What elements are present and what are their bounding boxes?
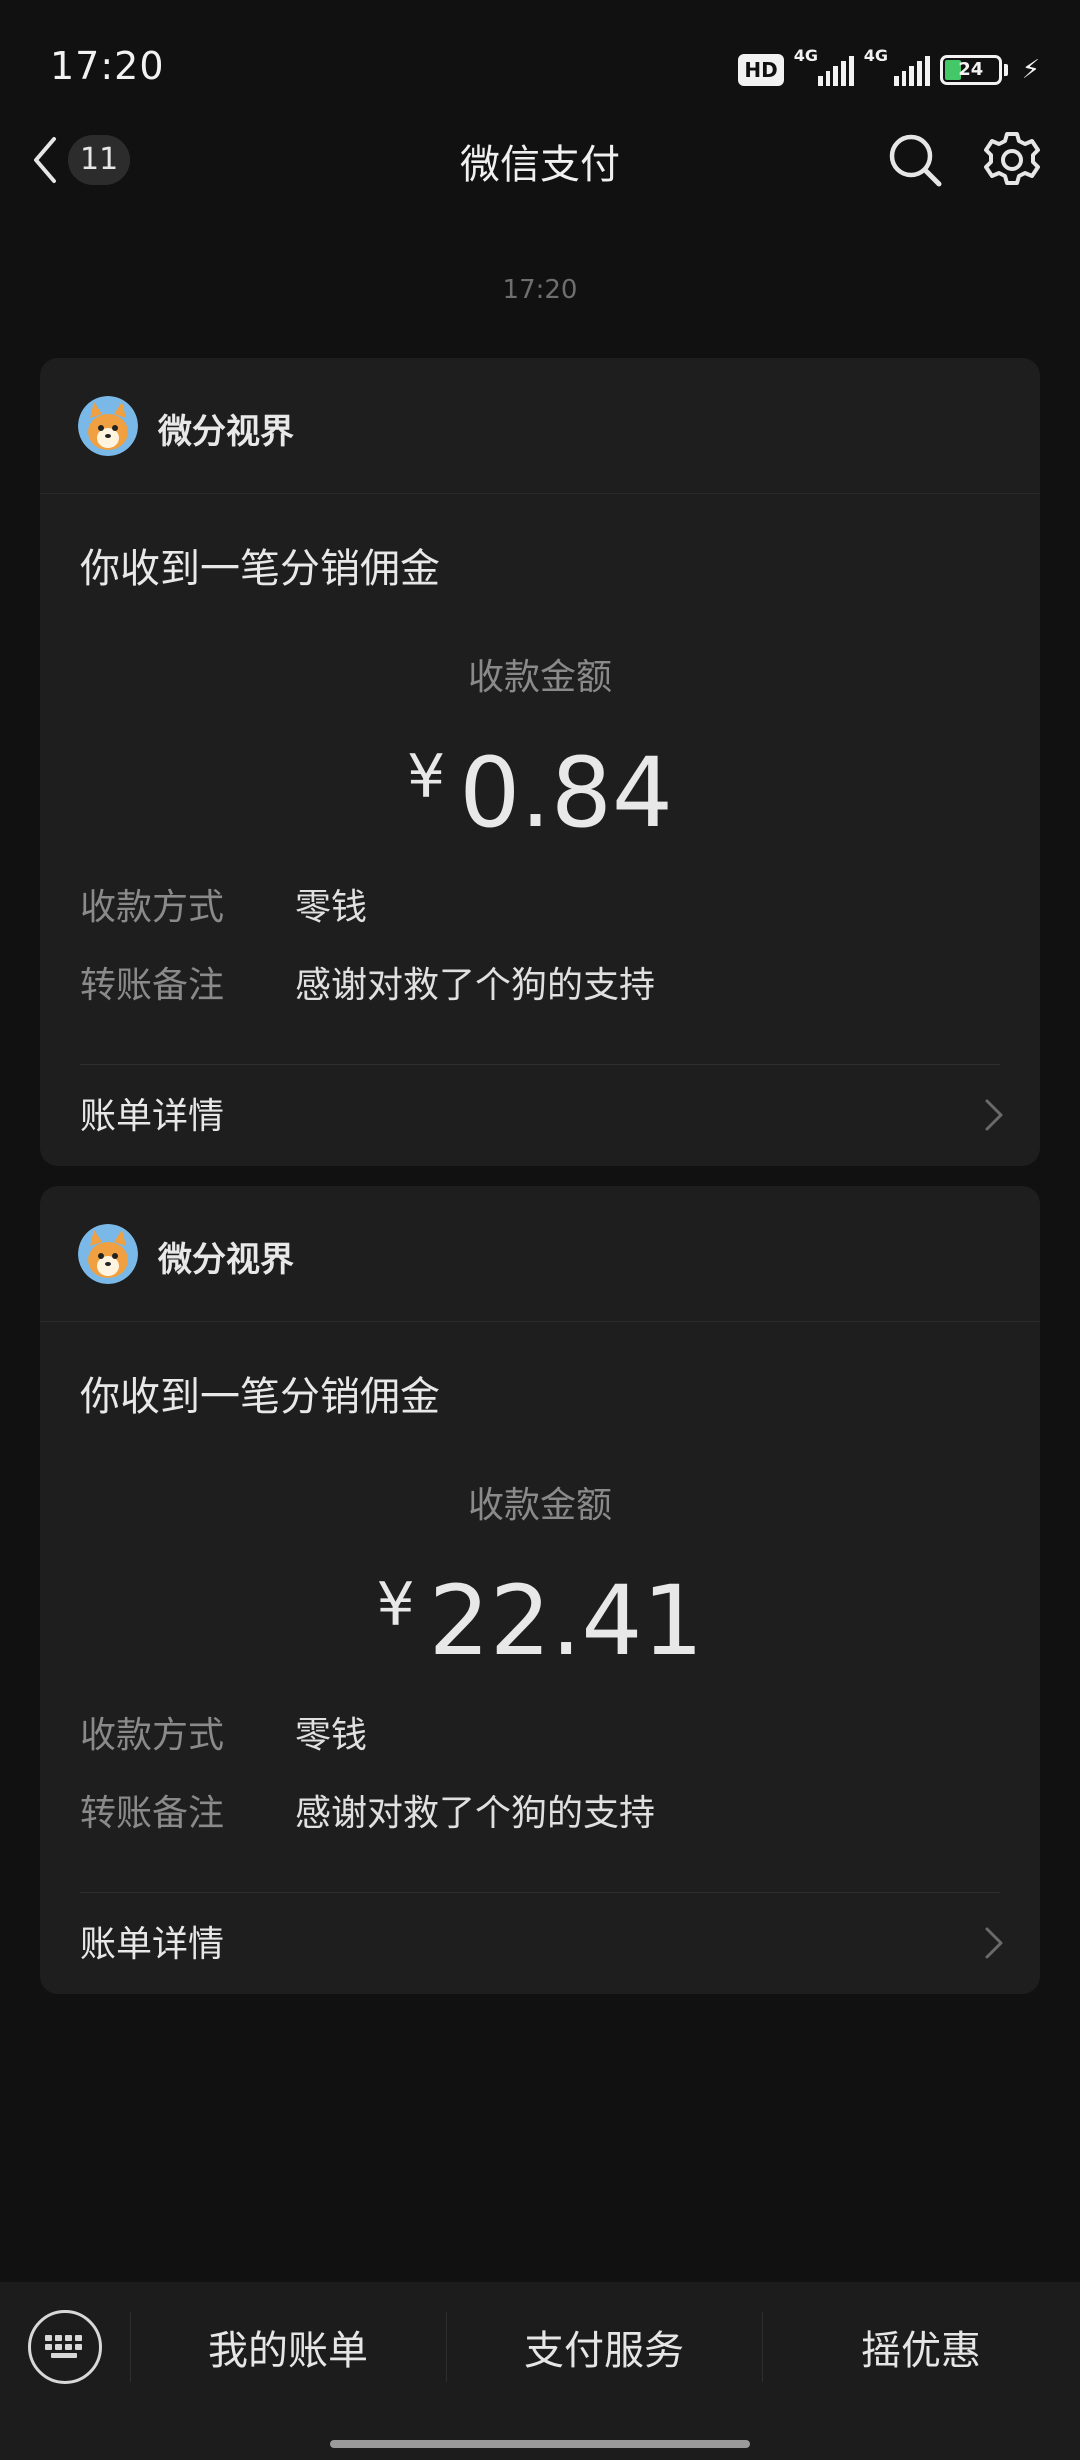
signal-icon-1: 4G [794, 46, 854, 86]
method-value: 零钱 [295, 1715, 368, 1756]
menu-shake-deals[interactable]: 摇优惠 [762, 2282, 1080, 2412]
card-header: 微分视界 [40, 358, 1040, 494]
method-label: 收款方式 [80, 887, 225, 928]
menu-pay-services[interactable]: 支付服务 [446, 2282, 762, 2412]
payment-card[interactable]: 微分视界 你收到一笔分销佣金 收款金额 ¥22.41 收款方式 零钱 转账备注 … [40, 1186, 1040, 1994]
avatar [78, 396, 138, 456]
method-label: 收款方式 [80, 1715, 225, 1756]
status-time: 17:20 [50, 44, 165, 88]
battery-icon: 24 [939, 55, 1008, 85]
search-icon[interactable] [885, 130, 945, 190]
bottom-menu: 我的账单 支付服务 摇优惠 [0, 2282, 1080, 2460]
chevron-right-icon [985, 1099, 1003, 1131]
bill-detail-row[interactable]: 账单详情 [40, 1065, 1040, 1165]
keyboard-icon [45, 2335, 82, 2358]
bill-detail-label: 账单详情 [80, 1096, 225, 1137]
note-label: 转账备注 [80, 1793, 225, 1834]
chevron-right-icon [985, 1927, 1003, 1959]
amount-value: 22.41 [428, 1565, 704, 1677]
note-value: 感谢对救了个狗的支持 [295, 965, 656, 1006]
amount-label: 收款金额 [467, 1485, 612, 1526]
method-value: 零钱 [295, 887, 368, 928]
battery-level: 24 [958, 59, 984, 80]
sender-name: 微分视界 [158, 1240, 294, 1280]
avatar [78, 1224, 138, 1284]
amount-value: 0.84 [459, 737, 673, 849]
currency-symbol: ¥ [407, 742, 446, 812]
gear-icon[interactable] [980, 128, 1044, 192]
amount: ¥22.41 [40, 1566, 1040, 1676]
menu-my-bills[interactable]: 我的账单 [130, 2282, 446, 2412]
amount-label: 收款金额 [467, 657, 612, 698]
message-timestamp: 17:20 [502, 275, 578, 305]
hd-voice-icon: HD [738, 54, 784, 86]
keyboard-button[interactable] [28, 2310, 102, 2384]
screen: 17:20 HD 4G 4G 24 ⚡ 11 微信支付 17:20 微分视界 你… [0, 0, 1080, 2460]
status-bar: 17:20 HD 4G 4G 24 ⚡ [0, 0, 1080, 130]
bill-detail-label: 账单详情 [80, 1924, 225, 1965]
sender-name: 微分视界 [158, 412, 294, 452]
home-indicator[interactable] [330, 2440, 750, 2448]
note-label: 转账备注 [80, 965, 225, 1006]
currency-symbol: ¥ [376, 1570, 415, 1640]
charging-icon: ⚡ [1021, 55, 1040, 85]
bill-detail-row[interactable]: 账单详情 [40, 1893, 1040, 1993]
card-title: 你收到一笔分销佣金 [80, 546, 440, 592]
nav-bar: 11 微信支付 [0, 120, 1080, 200]
status-icons: HD 4G 4G 24 ⚡ [738, 46, 1040, 90]
card-header: 微分视界 [40, 1186, 1040, 1322]
signal-icon-2: 4G [864, 46, 930, 86]
payment-card[interactable]: 微分视界 你收到一笔分销佣金 收款金额 ¥0.84 收款方式 零钱 转账备注 感… [40, 358, 1040, 1166]
note-value: 感谢对救了个狗的支持 [295, 1793, 656, 1834]
card-title: 你收到一笔分销佣金 [80, 1374, 440, 1420]
amount: ¥0.84 [40, 738, 1040, 848]
